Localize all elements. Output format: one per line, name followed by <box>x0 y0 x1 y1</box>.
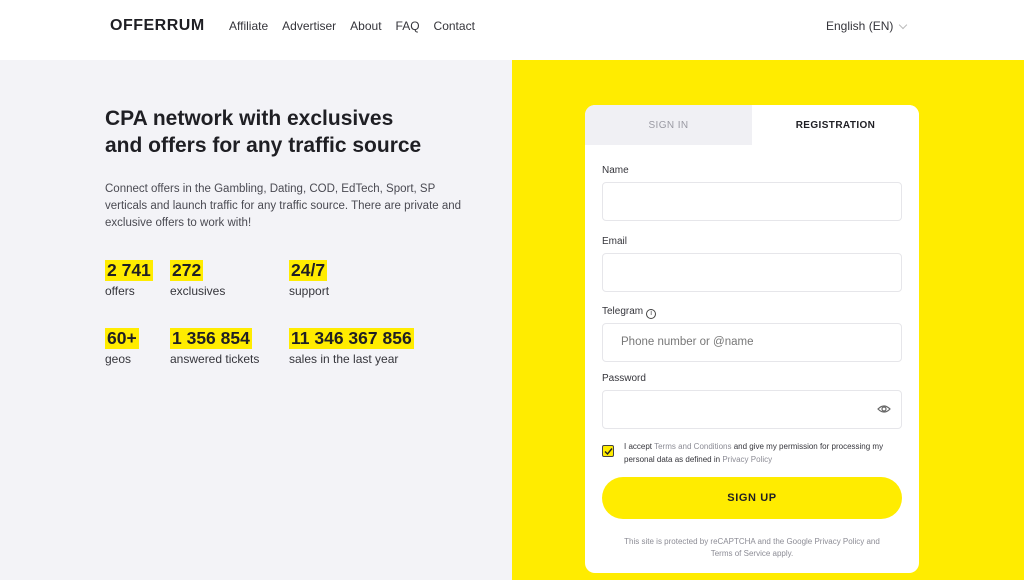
eye-icon[interactable] <box>877 404 891 414</box>
nav-about[interactable]: About <box>350 19 381 33</box>
stat-support: 24/7 support <box>289 260 329 298</box>
stat-label: support <box>289 284 330 298</box>
auth-tabs: SIGN IN REGISTRATION <box>585 105 919 145</box>
email-label: Email <box>602 236 628 247</box>
recaptcha-note: This site is protected by reCAPTCHA and … <box>624 537 880 558</box>
stat-label: answered tickets <box>170 352 260 366</box>
email-field[interactable] <box>602 253 902 292</box>
language-selector[interactable]: English (EN) <box>826 19 908 33</box>
top-header: OFFERRUM Affiliate Advertiser About FAQ … <box>0 0 1024 60</box>
tab-registration[interactable]: REGISTRATION <box>752 105 919 145</box>
main-nav: Affiliate Advertiser About FAQ Contact <box>229 19 489 33</box>
telegram-label-group: Telegram i <box>602 306 657 319</box>
stat-geos: 60+ geos <box>105 328 139 366</box>
stat-label: offers <box>105 284 135 298</box>
nav-affiliate[interactable]: Affiliate <box>229 19 268 33</box>
name-field[interactable] <box>602 182 902 221</box>
intro-text: Connect offers in the Gambling, Dating, … <box>105 183 462 229</box>
chevron-down-icon <box>899 20 908 29</box>
nav-contact[interactable]: Contact <box>434 19 475 33</box>
checkmark-icon <box>604 448 613 456</box>
language-label: English (EN) <box>826 19 894 33</box>
nav-advertiser[interactable]: Advertiser <box>282 19 336 33</box>
headline-line-2: and offers for any traffic source <box>105 134 422 157</box>
consent-checkbox[interactable] <box>602 445 614 457</box>
password-field[interactable] <box>602 390 902 429</box>
telegram-field[interactable]: Phone number or @name <box>602 323 902 362</box>
stat-exclusives: 272 exclusives <box>170 260 225 298</box>
stat-value: 2 741 <box>105 260 153 281</box>
password-label: Password <box>602 373 646 384</box>
nav-faq[interactable]: FAQ <box>396 19 420 33</box>
sign-up-button[interactable]: SIGN UP <box>602 477 902 519</box>
info-icon[interactable]: i <box>646 309 657 319</box>
tab-sign-in[interactable]: SIGN IN <box>585 105 752 145</box>
telegram-placeholder: Phone number or @name <box>621 336 754 348</box>
registration-card: SIGN IN REGISTRATION Name Email Telegram… <box>585 105 919 573</box>
stat-offers: 2 741 offers <box>105 260 153 298</box>
consent-prefix: I accept <box>624 442 653 451</box>
stat-label: exclusives <box>170 284 226 298</box>
consent-text: I accept Terms and Conditions and give m… <box>624 440 904 466</box>
stat-value: 24/7 <box>289 260 328 281</box>
stat-answered-tickets: 1 356 854 answered tickets <box>170 328 259 366</box>
stat-value: 11 346 367 856 <box>289 328 414 349</box>
logo[interactable]: OFFERRUM <box>110 17 205 35</box>
terms-link[interactable]: Terms and Conditions <box>654 442 731 451</box>
headline-line-1: CPA network with exclusives <box>105 107 394 130</box>
stat-value: 60+ <box>105 328 139 349</box>
telegram-label: Telegram <box>602 306 644 317</box>
stat-label: sales in the last year <box>289 352 399 366</box>
name-label: Name <box>602 165 629 176</box>
stat-value: 1 356 854 <box>170 328 252 349</box>
stat-sales: 11 346 367 856 sales in the last year <box>289 328 414 366</box>
privacy-policy-link[interactable]: Privacy Policy <box>722 455 772 464</box>
stat-value: 272 <box>170 260 204 281</box>
stat-label: geos <box>105 352 132 366</box>
page-title: CPA network with exclusives and offers f… <box>105 105 465 159</box>
